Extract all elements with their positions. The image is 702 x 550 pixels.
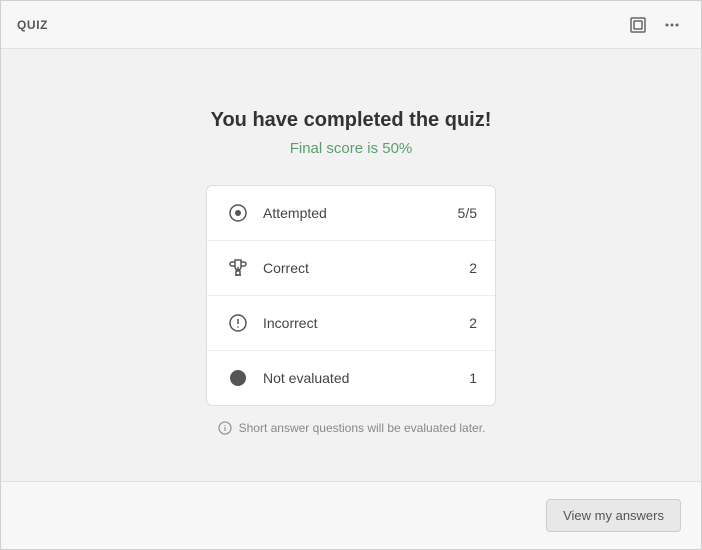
- main-content: You have completed the quiz! Final score…: [1, 49, 701, 481]
- correct-row: Correct 2: [207, 241, 495, 296]
- footer: View my answers: [1, 481, 701, 549]
- expand-icon: [629, 16, 647, 34]
- attempted-row: Attempted 5/5: [207, 186, 495, 241]
- incorrect-value: 2: [469, 315, 477, 331]
- incorrect-label: Incorrect: [263, 315, 469, 331]
- results-card: Attempted 5/5 Correct 2: [206, 185, 496, 406]
- attempted-label: Attempted: [263, 205, 458, 221]
- incorrect-icon: [225, 310, 251, 336]
- not-evaluated-icon: [225, 365, 251, 391]
- correct-icon: [225, 255, 251, 281]
- incorrect-row: Incorrect 2: [207, 296, 495, 351]
- not-evaluated-label: Not evaluated: [263, 370, 469, 386]
- header: QUIZ: [1, 1, 701, 49]
- view-answers-button[interactable]: View my answers: [546, 499, 681, 532]
- info-note-text: Short answer questions will be evaluated…: [239, 421, 486, 435]
- more-icon: [663, 16, 681, 34]
- completion-title: You have completed the quiz!: [211, 109, 492, 132]
- attempted-value: 5/5: [458, 205, 477, 221]
- not-evaluated-value: 1: [469, 370, 477, 386]
- info-icon: [217, 420, 233, 436]
- more-button[interactable]: [659, 12, 685, 38]
- attempted-icon: [225, 200, 251, 226]
- expand-button[interactable]: [625, 12, 651, 38]
- info-note: Short answer questions will be evaluated…: [217, 420, 486, 436]
- correct-value: 2: [469, 260, 477, 276]
- header-actions: [625, 12, 685, 38]
- correct-label: Correct: [263, 260, 469, 276]
- not-evaluated-row: Not evaluated 1: [207, 351, 495, 405]
- final-score: Final score is 50%: [290, 140, 413, 157]
- header-title: QUIZ: [17, 18, 48, 32]
